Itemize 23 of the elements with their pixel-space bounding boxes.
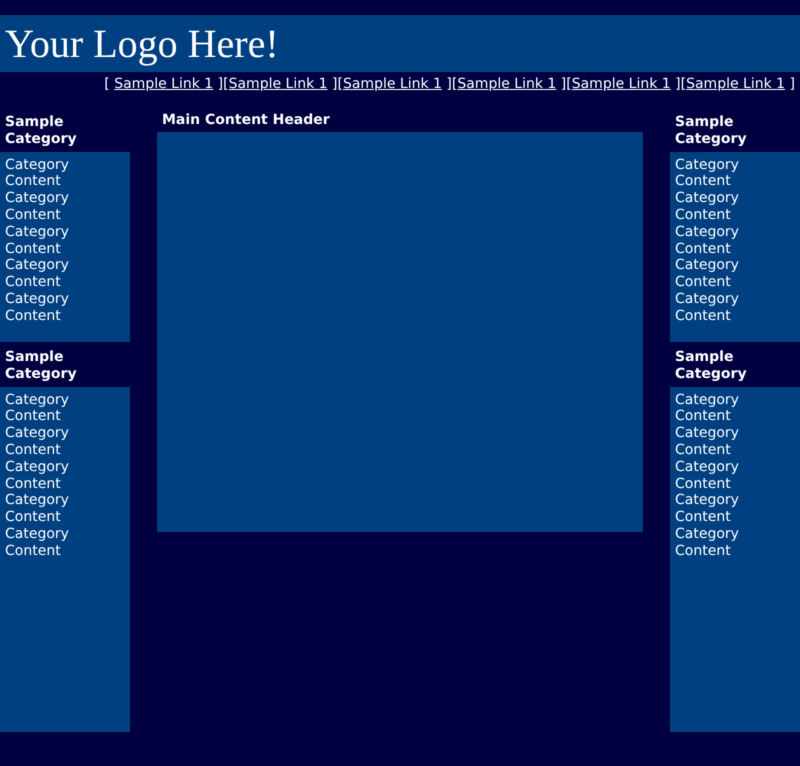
bracket-text: ][ — [560, 76, 572, 92]
category-title: Sample Category — [4, 348, 78, 384]
bracket-text: ] — [790, 76, 795, 92]
bracket-text: ][ — [332, 76, 343, 92]
logo-text: Your Logo Here! — [5, 20, 279, 67]
main-header: Main Content Header — [161, 111, 331, 130]
nav-link[interactable]: Sample Link 1 — [572, 76, 671, 92]
nav-link[interactable]: Sample Link 1 — [228, 76, 328, 92]
nav-link[interactable]: Sample Link 1 — [342, 76, 442, 92]
category-title: Sample Category — [674, 348, 748, 384]
bracket-text: ][ — [675, 76, 686, 92]
bracket-text: ][ — [446, 76, 458, 92]
bracket-text: ][ — [218, 76, 229, 92]
category-content: Category Content Category Content Category Content Category Content Category Content — [5, 156, 69, 325]
nav-link[interactable]: Sample Link 1 — [686, 76, 786, 92]
category-content: Category Content Category Content Category Content Category Content Category Content — [675, 156, 739, 325]
nav-link[interactable]: Sample Link 1 — [114, 76, 214, 92]
nav-link[interactable]: Sample Link 1 — [457, 76, 556, 92]
bracket-text: [ — [104, 76, 110, 92]
category-title: Sample Category — [4, 113, 78, 149]
category-content: Category Content Category Content Category Content Category Content Category Content — [675, 392, 739, 560]
category-title: Sample Category — [674, 113, 748, 149]
category-content: Category Content Category Content Category Content Category Content Category Content — [5, 392, 69, 560]
